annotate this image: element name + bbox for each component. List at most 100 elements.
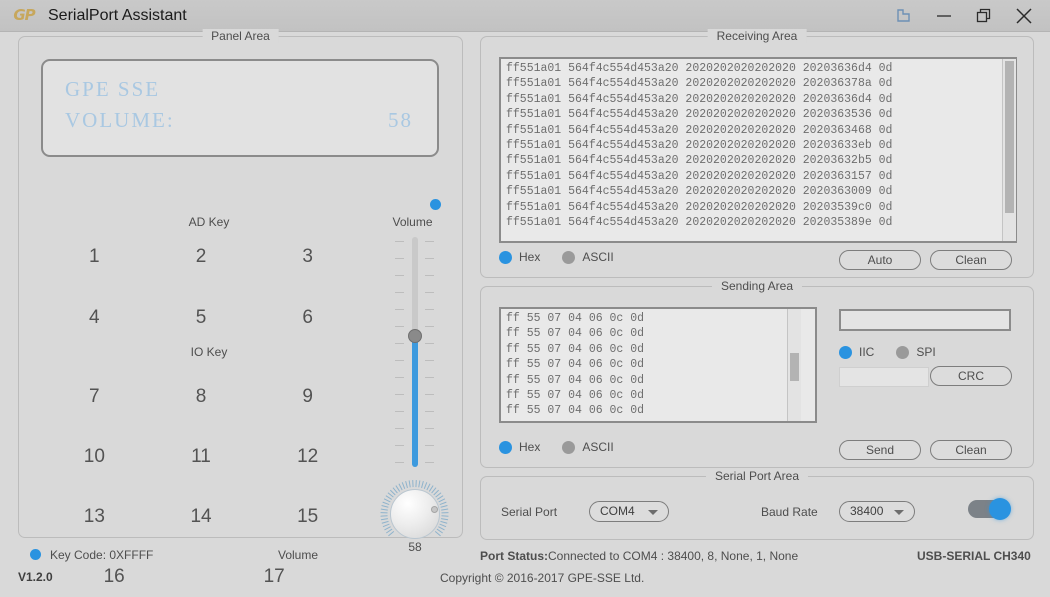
- slider-tick-icon: [395, 275, 404, 276]
- volume-slider[interactable]: [387, 233, 443, 471]
- receiving-scrollbar[interactable]: [1002, 59, 1016, 241]
- key-button[interactable]: 8: [148, 377, 255, 417]
- knob-tick-icon: [441, 515, 449, 517]
- radio-selected-icon: [839, 345, 852, 359]
- slider-tick-icon: [425, 411, 434, 412]
- key-button[interactable]: 10: [41, 437, 148, 477]
- minimize-icon[interactable]: [924, 0, 964, 31]
- knob-tick-icon: [405, 481, 408, 489]
- key-button[interactable]: 9: [254, 377, 361, 417]
- key-button[interactable]: 2: [148, 237, 255, 277]
- device-name-label: USB-SERIAL CH340: [917, 549, 1031, 563]
- serial-port-dropdown[interactable]: COM4: [589, 501, 669, 522]
- receiving-auto-button[interactable]: Auto: [839, 250, 921, 270]
- crc-button[interactable]: CRC: [930, 366, 1012, 386]
- key-code-led-icon: [30, 549, 41, 560]
- slider-tick-icon: [395, 445, 404, 446]
- bus-iic-radio[interactable]: IIC: [839, 345, 874, 359]
- slider-handle[interactable]: [408, 329, 422, 343]
- knob-tick-icon: [380, 512, 388, 514]
- bus-spi-radio[interactable]: SPI: [896, 345, 936, 359]
- version-label: V1.2.0: [18, 570, 53, 584]
- key-button[interactable]: 16: [41, 557, 187, 597]
- radio-selected-icon: [499, 440, 512, 454]
- slider-tick-icon: [395, 394, 404, 395]
- knob-body: [390, 489, 440, 539]
- receiving-ascii-radio[interactable]: ASCII: [562, 250, 614, 264]
- chevron-down-icon: [894, 510, 904, 515]
- knob-tick-icon: [441, 508, 449, 511]
- sending-scroll-thumb[interactable]: [790, 353, 799, 381]
- key-button[interactable]: 1: [41, 237, 148, 277]
- volume-knob[interactable]: [380, 480, 449, 548]
- port-status-value: Connected to COM4 : 38400, 8, None, 1, N…: [548, 549, 799, 563]
- key-button[interactable]: 4: [41, 298, 148, 338]
- slider-tick-icon: [395, 326, 404, 327]
- knob-tick-icon: [441, 512, 449, 514]
- lcd-line-1: GPE SSE: [65, 77, 161, 101]
- key-button[interactable]: 12: [254, 437, 361, 477]
- close-icon[interactable]: [1004, 0, 1044, 31]
- copyright-label: Copyright © 2016-2017 GPE-SSE Ltd.: [440, 571, 645, 585]
- sending-hex-input[interactable]: [839, 309, 1011, 331]
- key-button[interactable]: 5: [148, 298, 255, 338]
- slider-tick-icon: [425, 258, 434, 259]
- slider-tick-icon: [425, 394, 434, 395]
- key-button[interactable]: 13: [41, 497, 148, 537]
- keypad-row: 1 2 3: [41, 237, 361, 277]
- receiving-area-group: Receiving Area ff551a01 564f4c554d453a20…: [480, 29, 1034, 278]
- receiving-textarea[interactable]: ff551a01 564f4c554d453a20 20202020202020…: [499, 57, 1017, 243]
- knob-tick-icon: [380, 515, 388, 517]
- ad-key-label: AD Key: [188, 215, 230, 229]
- keypad-row: 7 8 9: [41, 377, 361, 417]
- slider-tick-icon: [425, 241, 434, 242]
- radio-unselected-icon: [562, 440, 576, 454]
- knob-tick-icon: [381, 505, 389, 508]
- sending-textarea[interactable]: ff 55 07 04 06 0c 0d ff 55 07 04 06 0c 0…: [499, 307, 817, 423]
- key-button[interactable]: 17: [187, 557, 361, 597]
- key-button[interactable]: 7: [41, 377, 148, 417]
- knob-tick-icon: [418, 480, 421, 488]
- lcd-volume-value: 58: [388, 108, 413, 132]
- sending-clean-button[interactable]: Clean: [930, 440, 1012, 460]
- slider-tick-icon: [425, 428, 434, 429]
- slider-tick-icon: [425, 343, 434, 344]
- receiving-hex-radio[interactable]: Hex: [499, 250, 540, 264]
- sending-hex-label: Hex: [519, 440, 541, 454]
- key-button[interactable]: 14: [148, 497, 255, 537]
- knob-value-label: 58: [408, 540, 422, 554]
- volume-slider-label: Volume: [392, 215, 433, 229]
- slider-tick-icon: [395, 377, 404, 378]
- baud-rate-dropdown[interactable]: 38400: [839, 501, 915, 522]
- panel-area-group: Panel Area GPE SSE VOLUME: 58 AD Key Vol…: [18, 29, 463, 587]
- serial-port-value: COM4: [600, 504, 635, 518]
- crc-input[interactable]: [839, 367, 929, 387]
- sending-format-radios: Hex ASCII: [499, 440, 636, 454]
- receiving-scroll-thumb[interactable]: [1005, 61, 1014, 213]
- bus-spi-label: SPI: [916, 345, 936, 359]
- slider-tick-icon: [425, 275, 434, 276]
- connection-toggle[interactable]: [968, 498, 1011, 520]
- knob-tick-icon: [380, 518, 388, 521]
- key-button[interactable]: 11: [148, 437, 255, 477]
- app-logo: GP: [13, 6, 35, 24]
- maximize-icon[interactable]: [964, 0, 1004, 31]
- pin-window-icon[interactable]: [884, 0, 924, 31]
- key-button[interactable]: 6: [254, 298, 361, 338]
- send-button[interactable]: Send: [839, 440, 921, 460]
- slider-tick-icon: [395, 309, 404, 310]
- sending-hex-radio[interactable]: Hex: [499, 440, 540, 454]
- slider-tick-icon: [395, 292, 404, 293]
- receiving-clean-button[interactable]: Clean: [930, 250, 1012, 270]
- sending-scrollbar[interactable]: [787, 309, 801, 421]
- app-title: SerialPort Assistant: [48, 7, 187, 24]
- baud-rate-label: Baud Rate: [761, 505, 818, 519]
- bus-type-radios: IIC SPI: [839, 345, 958, 359]
- key-button[interactable]: 15: [254, 497, 361, 537]
- sending-ascii-radio[interactable]: ASCII: [562, 440, 614, 454]
- keypad-row: 13 14 15: [41, 497, 361, 537]
- knob-tick-icon: [408, 480, 411, 488]
- knob-tick-icon: [440, 505, 448, 508]
- key-button[interactable]: 3: [254, 237, 361, 277]
- slider-tick-icon: [425, 445, 434, 446]
